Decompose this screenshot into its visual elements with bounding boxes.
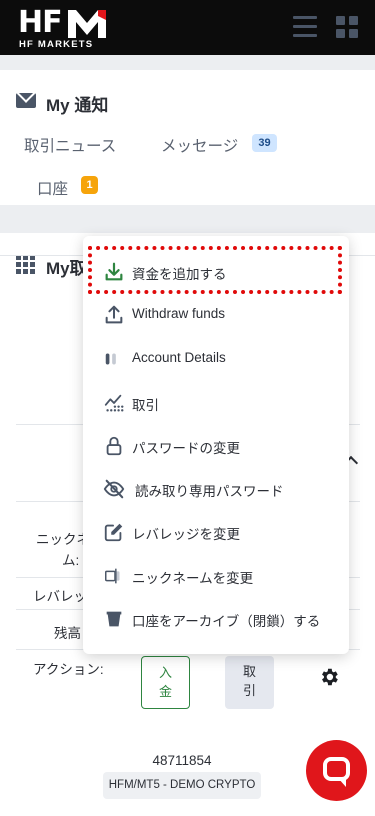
eye-off-icon (103, 479, 125, 499)
lock-icon (106, 436, 122, 456)
trade-button[interactable]: 取 引 (225, 656, 274, 709)
archive-icon (106, 611, 122, 627)
leverage-label: レバレッ (33, 589, 87, 604)
logo-m-mark (68, 10, 106, 38)
menu-item-label: 口座をアーカイブ（閉鎖）する (132, 614, 321, 629)
tab-trading-news[interactable]: 取引ニュース (24, 134, 116, 156)
account-type-badge: HFM/MT5 - DEMO CRYPTO (103, 772, 261, 799)
hfm-logo[interactable]: HF HF MARKETS (18, 5, 108, 50)
menu-item-label: 取引 (132, 398, 159, 413)
menu-item-withdraw-funds[interactable]: Withdraw funds (83, 294, 349, 334)
menu-item-change-nickname[interactable]: ニックネームを変更 (83, 555, 349, 595)
menu-item-label: Account Details (132, 350, 226, 365)
top-header: HF HF MARKETS (0, 0, 375, 55)
logo-text: HF (18, 5, 63, 40)
messages-count-badge: 39 (252, 134, 277, 152)
deposit-label-line2: 金 (158, 684, 172, 699)
menu-item-label: レバレッジを変更 (132, 527, 240, 542)
menu-item-label: Withdraw funds (132, 306, 226, 321)
gear-icon[interactable] (318, 666, 340, 688)
tab-label: 取引ニュース (24, 138, 117, 155)
tab-account[interactable]: 口座 (37, 177, 68, 199)
tab-label: 口座 (37, 181, 69, 198)
balance-label: 残高 (54, 626, 81, 641)
logo-subtitle: HF MARKETS (19, 39, 94, 50)
deposit-label-line1: 入 (158, 665, 172, 680)
menu-item-label: ニックネームを変更 (132, 571, 254, 586)
menu-item-label: 読み取り専用パスワード (135, 484, 284, 499)
account-actions-dropdown: 資金を追加する Withdraw funds Account Details 取… (83, 236, 349, 654)
tab-label: メッセージ (161, 138, 239, 155)
notifications-card: My 通知 取引ニュース メッセージ 39 口座 1 (0, 70, 375, 205)
trade-label-line1: 取 (242, 664, 256, 679)
info-icon (105, 353, 116, 365)
menu-item-archive-account[interactable]: 口座をアーカイブ（閉鎖）する (83, 598, 349, 638)
menu-item-label: パスワードの変更 (132, 441, 240, 456)
tab-messages[interactable]: メッセージ (161, 134, 238, 156)
upload-icon (105, 305, 123, 324)
account-count-badge: 1 (81, 176, 98, 194)
deposit-button[interactable]: 入 金 (141, 656, 190, 709)
notifications-title: My 通知 (46, 96, 109, 115)
mail-icon (16, 93, 36, 108)
edit-icon (104, 523, 123, 542)
trade-label-line2: 引 (242, 683, 256, 698)
nickname-label-cont: ム: (62, 553, 80, 568)
menu-item-change-password[interactable]: パスワードの変更 (83, 425, 349, 465)
apps-grid-icon (16, 255, 35, 274)
highlight-box (88, 246, 342, 294)
menu-item-change-leverage[interactable]: レバレッジを変更 (83, 511, 349, 551)
menu-hamburger-icon[interactable] (293, 16, 317, 38)
accounts-title: My取 (46, 259, 87, 278)
dashboard-grid-icon[interactable] (336, 16, 358, 38)
menu-item-trade[interactable]: 取引 (83, 382, 349, 422)
rename-icon (105, 568, 120, 584)
menu-item-readonly-password[interactable]: 読み取り専用パスワード (83, 468, 349, 508)
menu-item-account-details[interactable]: Account Details (83, 338, 349, 378)
action-label: アクション: (33, 662, 104, 677)
live-chat-button[interactable] (306, 740, 367, 801)
trend-icon (104, 394, 124, 412)
